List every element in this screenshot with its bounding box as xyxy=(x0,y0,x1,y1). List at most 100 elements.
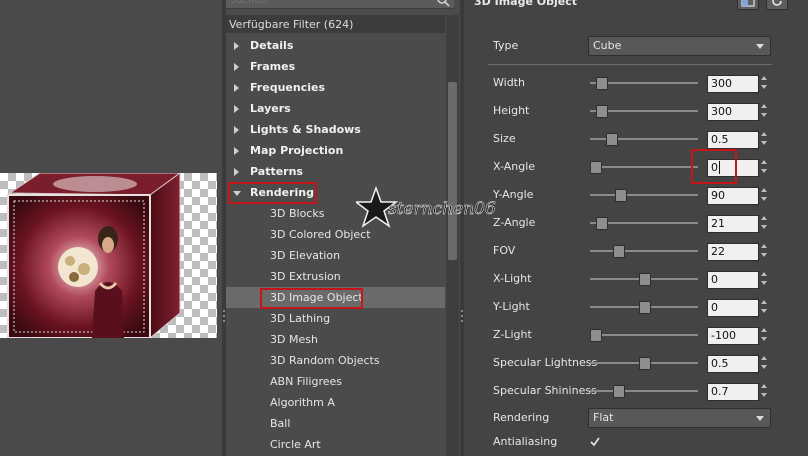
search-box[interactable] xyxy=(226,0,454,9)
specular-lightness-spin-buttons[interactable] xyxy=(759,355,770,371)
tree-item-3d-mesh[interactable]: 3D Mesh xyxy=(226,329,445,350)
spin-down-icon[interactable] xyxy=(761,253,767,257)
x-light-spin-buttons[interactable] xyxy=(759,271,770,287)
spin-down-icon[interactable] xyxy=(761,85,767,89)
slider-handle[interactable] xyxy=(590,329,603,342)
tree-item-ball[interactable]: Ball xyxy=(226,413,445,434)
tree-scrollbar-thumb[interactable] xyxy=(448,82,457,260)
spin-down-icon[interactable] xyxy=(761,197,767,201)
spin-up-icon[interactable] xyxy=(761,272,767,276)
tree-category-map-projection[interactable]: Map Projection xyxy=(226,140,445,161)
reset-button[interactable] xyxy=(766,0,788,10)
slider-track[interactable] xyxy=(590,390,698,392)
slider-handle[interactable] xyxy=(590,161,603,174)
layout-button[interactable] xyxy=(737,0,759,10)
tree-category-details[interactable]: Details xyxy=(226,35,445,56)
spin-down-icon[interactable] xyxy=(761,337,767,341)
spin-down-icon[interactable] xyxy=(761,113,767,117)
slider-handle[interactable] xyxy=(615,189,628,202)
spin-up-icon[interactable] xyxy=(761,160,767,164)
expand-arrow-icon[interactable] xyxy=(234,42,239,50)
specular-lightness-input[interactable]: 0.5 xyxy=(707,355,759,373)
x-light-slider[interactable] xyxy=(590,271,698,287)
spin-up-icon[interactable] xyxy=(761,132,767,136)
rendering-select[interactable]: Flat xyxy=(588,408,771,428)
expand-arrow-icon[interactable] xyxy=(234,168,239,176)
specular-shininess-spin-buttons[interactable] xyxy=(759,383,770,399)
spin-up-icon[interactable] xyxy=(761,104,767,108)
z-light-spin-buttons[interactable] xyxy=(759,327,770,343)
y-angle-input[interactable]: 90 xyxy=(707,187,759,205)
spin-down-icon[interactable] xyxy=(761,281,767,285)
size-spin-buttons[interactable] xyxy=(759,131,770,147)
expand-arrow-icon[interactable] xyxy=(234,105,239,113)
spin-up-icon[interactable] xyxy=(761,188,767,192)
tree-item-3d-lathing[interactable]: 3D Lathing xyxy=(226,308,445,329)
fov-slider[interactable] xyxy=(590,243,698,259)
spin-up-icon[interactable] xyxy=(761,356,767,360)
slider-track[interactable] xyxy=(590,250,698,252)
antialiasing-checkbox[interactable] xyxy=(589,436,601,448)
tree-item-3d-random-objects[interactable]: 3D Random Objects xyxy=(226,350,445,371)
expand-arrow-icon[interactable] xyxy=(234,63,239,71)
spin-down-icon[interactable] xyxy=(761,393,767,397)
z-light-slider[interactable] xyxy=(590,327,698,343)
width-input[interactable]: 300 xyxy=(707,75,759,93)
expand-arrow-icon[interactable] xyxy=(234,126,239,134)
search-input[interactable] xyxy=(230,0,420,7)
tree-item-3d-extrusion[interactable]: 3D Extrusion xyxy=(226,266,445,287)
expand-arrow-icon[interactable] xyxy=(234,84,239,92)
z-light-input[interactable]: -100 xyxy=(707,327,759,345)
tree-category-layers[interactable]: Layers xyxy=(226,98,445,119)
x-angle-spin-buttons[interactable] xyxy=(759,159,770,175)
slider-track[interactable] xyxy=(590,194,698,196)
spin-up-icon[interactable] xyxy=(761,300,767,304)
slider-handle[interactable] xyxy=(639,273,651,286)
height-spin-buttons[interactable] xyxy=(759,103,770,119)
slider-handle[interactable] xyxy=(595,77,608,90)
specular-shininess-slider[interactable] xyxy=(590,383,698,399)
tree-category-frequencies[interactable]: Frequencies xyxy=(226,77,445,98)
specular-shininess-input[interactable]: 0.7 xyxy=(707,383,759,401)
z-angle-input[interactable]: 21 xyxy=(707,215,759,233)
tree-item-circle-art[interactable]: Circle Art xyxy=(226,434,445,455)
x-light-input[interactable]: 0 xyxy=(707,271,759,289)
expand-arrow-icon[interactable] xyxy=(234,147,239,155)
spin-down-icon[interactable] xyxy=(761,365,767,369)
height-slider[interactable] xyxy=(590,103,698,119)
tree-category-lights-shadows[interactable]: Lights & Shadows xyxy=(226,119,445,140)
tree-item-algorithm-a[interactable]: Algorithm A xyxy=(226,392,445,413)
slider-track[interactable] xyxy=(590,334,698,336)
slider-handle[interactable] xyxy=(639,357,651,370)
tree-item-3d-image-object[interactable]: 3D Image Object xyxy=(226,287,445,309)
spin-up-icon[interactable] xyxy=(761,384,767,388)
size-slider[interactable] xyxy=(590,131,698,147)
spin-down-icon[interactable] xyxy=(761,309,767,313)
spin-down-icon[interactable] xyxy=(761,225,767,229)
fov-spin-buttons[interactable] xyxy=(759,243,770,259)
width-spin-buttons[interactable] xyxy=(759,75,770,91)
slider-handle[interactable] xyxy=(639,301,651,314)
spin-up-icon[interactable] xyxy=(761,328,767,332)
tree-category-patterns[interactable]: Patterns xyxy=(226,161,445,182)
y-light-slider[interactable] xyxy=(590,299,698,315)
height-input[interactable]: 300 xyxy=(707,103,759,121)
z-angle-spin-buttons[interactable] xyxy=(759,215,770,231)
slider-handle[interactable] xyxy=(613,385,626,398)
y-light-spin-buttons[interactable] xyxy=(759,299,770,315)
type-select[interactable]: Cube xyxy=(588,36,771,56)
specular-lightness-slider[interactable] xyxy=(590,355,698,371)
tree-item-3d-elevation[interactable]: 3D Elevation xyxy=(226,245,445,266)
y-angle-spin-buttons[interactable] xyxy=(759,187,770,203)
tree-category-frames[interactable]: Frames xyxy=(226,56,445,77)
slider-handle[interactable] xyxy=(595,105,608,118)
y-light-input[interactable]: 0 xyxy=(707,299,759,317)
spin-up-icon[interactable] xyxy=(761,76,767,80)
size-input[interactable]: 0.5 xyxy=(707,131,759,149)
slider-handle[interactable] xyxy=(605,133,618,146)
z-angle-slider[interactable] xyxy=(590,215,698,231)
y-angle-slider[interactable] xyxy=(590,187,698,203)
slider-handle[interactable] xyxy=(613,245,626,258)
width-slider[interactable] xyxy=(590,75,698,91)
slider-handle[interactable] xyxy=(595,217,608,230)
